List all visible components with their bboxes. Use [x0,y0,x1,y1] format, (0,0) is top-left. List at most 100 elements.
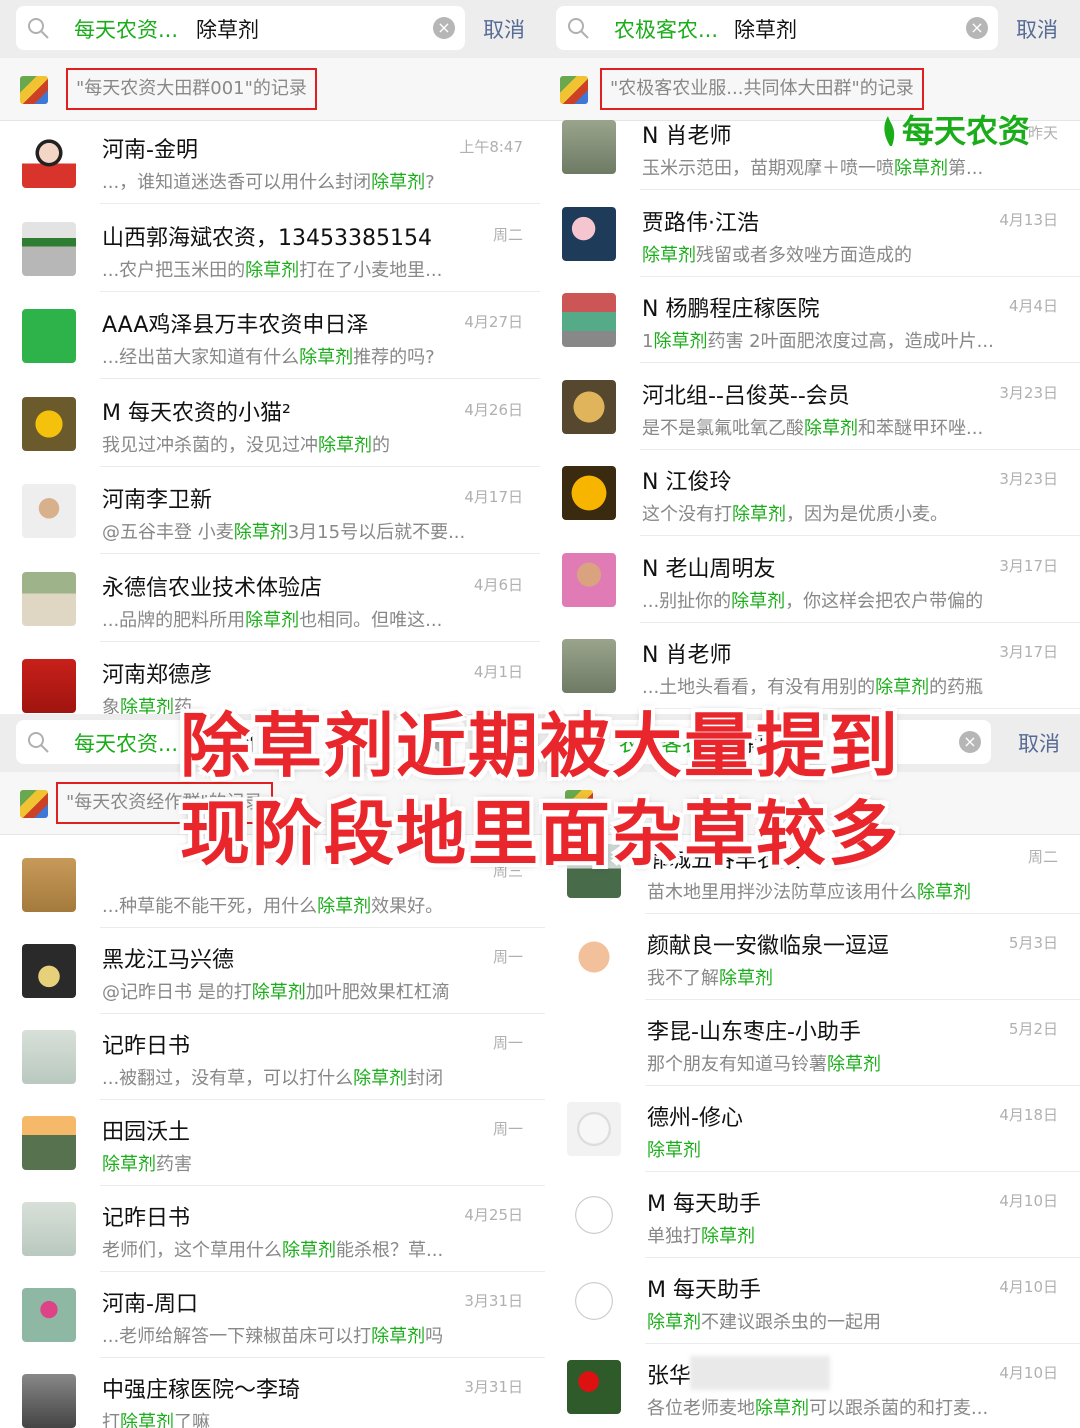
avatar [562,293,616,347]
contact-name: N 肖老师 [642,643,732,668]
record-title[interactable]: "每天农资大田群001"的记录 [66,68,317,110]
chat-result-row[interactable]: 黑龙江马兴德 周一 @记昨日书 是的打除草剂加叶肥效果杠杠滴 [0,928,545,1014]
message-snippet: 老师们，这个草用什么除草剂能杀根？草... [102,1236,443,1262]
chat-result-row[interactable]: 河南李卫新 4月17日 @五谷丰登 小麦除草剂3月15号以后就不要... [0,468,545,554]
chat-result-row[interactable]: AAA鸡泽县万丰农资申日泽 4月27日 ...经出苗大家知道有什么除草剂推荐的吗? [0,293,545,379]
snippet-text: 1 [642,331,654,352]
avatar [562,552,616,607]
avatar [22,944,76,998]
snippet-text: 药害 2叶面肥浓度过高，造成叶片... [707,331,994,352]
divider [100,465,545,467]
snippet-highlight: 除草剂 [642,244,696,266]
chat-result-row[interactable]: N 江俊玲 3月23日 这个没有打除草剂，因为是优质小麦。 [540,450,1080,536]
snippet-highlight: 除草剂 [299,347,354,368]
search-input[interactable]: 每天农资... 除草剂 × [16,6,465,50]
snippet-text: 是不是氯氟吡氧乙酸 [642,417,804,439]
chat-result-row[interactable]: M 每天农资的小猫² 4月26日 我见过冲杀菌的，没见过冲除草剂的 [0,381,545,467]
snippet-text: ...老师给解答一下辣椒苗床可以打 [102,1326,372,1347]
timestamp: 周二 [492,225,523,244]
avatar [22,1374,76,1428]
snippet-highlight: 除草剂 [653,331,708,352]
avatar [562,206,616,261]
snippet-text: 效果好。 [371,896,444,917]
chat-result-row[interactable]: 河南-周口 3月31日 ...老师给解答一下辣椒苗床可以打除草剂吗 [0,1272,545,1358]
divider [100,553,545,554]
timestamp: 4月13日 [999,210,1058,229]
avatar [22,484,76,538]
snippet-text: ...，谁知道迷迭香可以用什么封闭 [102,172,372,193]
snippet-text: 残留或者多效唑方面造成的 [696,244,912,266]
avatar [562,466,616,520]
snippet-highlight: 除草剂 [755,1398,809,1419]
chat-result-row[interactable]: M 每天助手 4月10日 单独打除草剂 [545,1172,1080,1258]
snippet-text: ，因为是优质小麦。 [786,504,948,525]
search-input[interactable]: 农极客农... 除草剂 × [556,6,998,50]
message-snippet: 1除草剂药害 2叶面肥浓度过高，造成叶片... [642,327,994,353]
contact-name: 德州-修心 [647,1106,743,1131]
snippet-highlight: 除草剂 [732,504,786,525]
timestamp: 4月25日 [464,1206,523,1224]
contact-name: 记昨日书 [102,1034,191,1059]
clear-icon[interactable]: × [433,17,455,39]
message-snippet: ...经出苗大家知道有什么除草剂推荐的吗? [102,343,435,369]
snippet-text: 加叶肥效果杠杠滴 [305,982,450,1003]
avatar [567,1274,621,1328]
snippet-text: ? [425,172,435,193]
contact-name: N 江俊玲 [642,470,732,495]
message-snippet: ...品牌的肥料所用除草剂也相同。但唯这... [102,606,442,632]
contact-name: 永德信农业技术体验店 [102,575,323,601]
avatar [22,221,76,276]
snippet-text: 和苯醚甲环唑... [858,417,984,439]
timestamp: 4月26日 [464,400,523,419]
message-snippet: 打除草剂了嘛 [102,1408,210,1428]
snippet-highlight: 除草剂 [731,590,786,612]
contact-name: 河南-周口 [102,1292,198,1317]
snippet-text: 推荐的吗? [353,347,435,368]
contact-name: N 肖老师 [642,124,732,149]
chat-result-row[interactable]: 永德信农业技术体验店 4月6日 ...品牌的肥料所用除草剂也相同。但唯这... [0,556,545,642]
contact-name: 田园沃土 [102,1120,191,1145]
snippet-text: 药害 [156,1154,192,1175]
cancel-button[interactable]: 取消 [1016,14,1058,44]
snippet-highlight: 除草剂 [701,1226,755,1247]
chat-result-row[interactable]: 河北组--吕俊英--会员 3月23日 是不是氯氟吡氧乙酸除草剂和苯醚甲环唑... [540,364,1080,450]
snippet-text: 3月15号以后就不要... [287,522,466,543]
snippet-text: 各位老师麦地 [647,1398,755,1419]
group-avatar-icon [560,76,588,104]
snippet-text: 也相同。但唯这... [299,609,443,631]
chat-result-row[interactable]: N 杨鹏程庄稼医院 4月4日 1除草剂药害 2叶面肥浓度过高，造成叶片... [540,277,1080,363]
chat-result-row[interactable]: 记昨日书 4月25日 老师们，这个草用什么除草剂能杀根？草... [0,1186,545,1272]
chat-result-row[interactable]: 李昆-山东枣庄-小助手 5月2日 那个朋友有知道马铃薯除草剂 [545,1000,1080,1086]
chat-result-row[interactable]: 贾路伟·江浩 4月13日 除草剂残留或者多效唑方面造成的 [540,191,1080,277]
timestamp: 4月10日 [999,1192,1058,1210]
snippet-text: 老师们，这个草用什么 [102,1240,282,1261]
chat-result-row[interactable]: M 每天助手 4月10日 除草剂不建议跟杀虫的一起用 [545,1258,1080,1344]
timestamp: 5月2日 [1008,1020,1058,1038]
chat-result-row[interactable]: 中强庄稼医院～李琦 3月31日 打除草剂了嘛 [0,1358,545,1428]
chat-result-row[interactable]: 记昨日书 周一 ...被翻过，没有草，可以打什么除草剂封闭 [0,1014,545,1100]
clear-icon[interactable]: × [966,17,988,39]
divider [100,378,545,379]
search-icon [566,16,590,40]
search-bar: 农极客农... 除草剂 × 取消 [540,0,1080,58]
snippet-text: ...被翻过，没有草，可以打什么 [102,1068,354,1089]
chat-result-row[interactable]: 河南-金明 上午8:47 ...，谁知道迷迭香可以用什么封闭除草剂? [0,118,545,204]
chat-result-row[interactable]: 颜献良一安徽临泉一逗逗 5月3日 我不了解除草剂 [545,914,1080,1000]
timestamp: 3月23日 [999,470,1058,488]
contact-name: 李昆-山东枣庄-小助手 [647,1020,861,1045]
cancel-button[interactable]: 取消 [483,14,525,44]
chat-result-row[interactable]: N 老山周明友 3月17日 ...别扯你的除草剂，你这样会把农户带偏的 [540,537,1080,623]
message-snippet: ...被翻过，没有草，可以打什么除草剂封闭 [102,1064,443,1090]
timestamp: 昨天 [1027,124,1058,142]
chat-result-row[interactable]: 田园沃土 周一 除草剂药害 [0,1100,545,1186]
avatar [567,930,621,984]
snippet-text: 的 [372,434,390,456]
timestamp: 周一 [492,948,523,966]
timestamp: 周一 [492,1034,523,1052]
chat-result-row[interactable]: 山西郭海斌农资，13453385154 周二 ...农户把玉米田的除草剂打在了小麦地… [0,206,545,292]
contact-name: 黑龙江马兴德 [102,948,235,973]
chat-result-row[interactable]: 德州-修心 4月18日 除草剂 [545,1086,1080,1172]
leaf-icon [884,116,895,146]
avatar [22,571,76,626]
snippet-text: ...农户把玉米田的 [102,259,246,281]
